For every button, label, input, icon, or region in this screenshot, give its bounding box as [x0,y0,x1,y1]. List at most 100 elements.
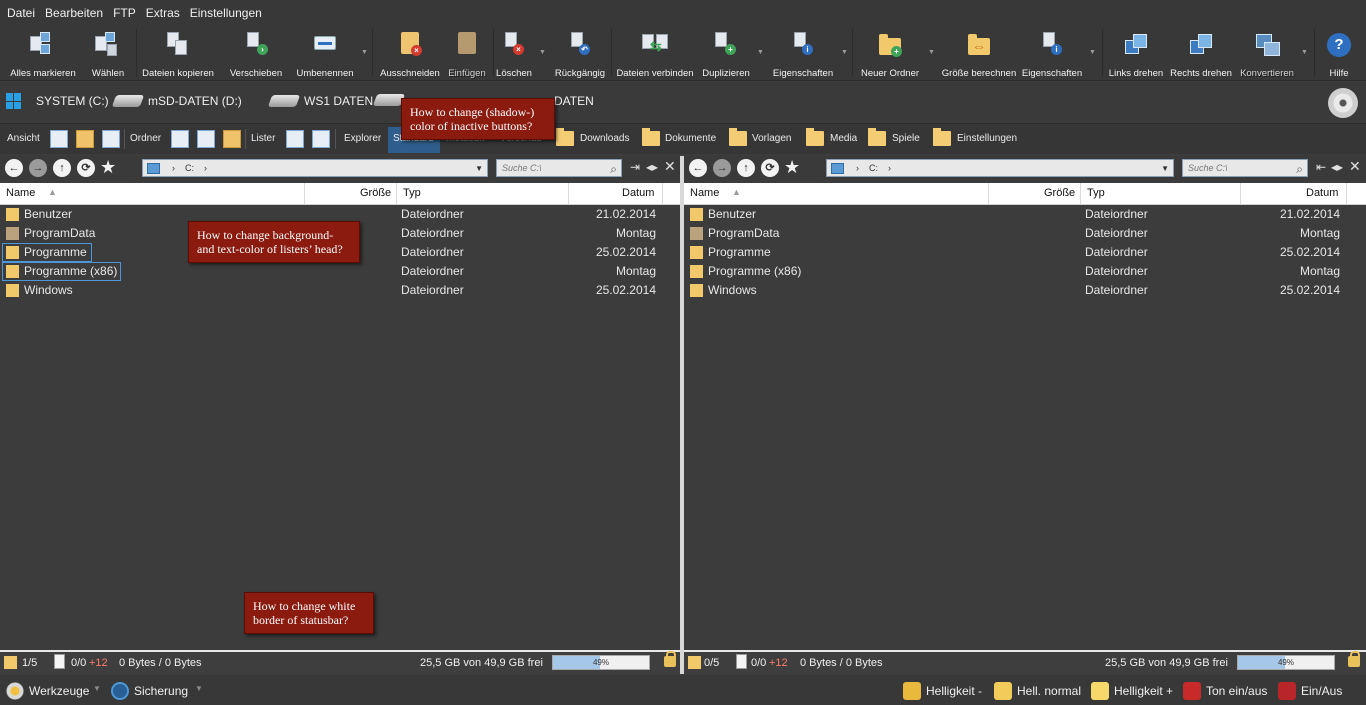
column-size[interactable]: Größe [360,187,391,199]
convert-button[interactable]: Konvertieren [1236,29,1298,79]
power-button[interactable]: Ein/Aus [1278,682,1342,700]
sicherung-button[interactable]: Sicherung [111,682,188,700]
chevron-down-icon[interactable]: ▼ [93,684,101,693]
delete-button[interactable]: × Löschen [494,29,534,79]
path-dropdown-icon[interactable]: ▼ [1161,164,1169,173]
table-row[interactable]: Benutzer Dateiordner 21.02.2014 [684,205,1366,224]
lock-icon[interactable] [664,651,676,667]
folder-properties-button[interactable]: i Eigenschaften [1020,29,1084,79]
sync-right-icon[interactable]: ⇥ [630,160,640,174]
folder-sync-icon[interactable] [223,130,241,148]
undo-button[interactable]: ↶ Rückgängig [552,29,608,79]
right-search-input[interactable]: Suche C:\ ⌕ [1182,159,1308,177]
menu-extras[interactable]: Extras [146,6,180,20]
refresh-icon[interactable]: ⟳ [761,159,779,177]
explorer-button[interactable]: Explorer [344,133,381,144]
quick-folder-spiele[interactable]: Spiele [892,133,920,144]
brightness-down-button[interactable]: Helligkeit - [903,682,982,700]
new-folder-button[interactable]: + Neuer Ordner [856,29,924,79]
chevron-down-icon[interactable]: ▼ [195,684,203,693]
quick-folder-downloads[interactable]: Downloads [580,133,629,144]
column-date[interactable]: Datum [622,187,654,199]
column-date[interactable]: Datum [1306,187,1338,199]
folder-check-icon[interactable] [197,130,215,148]
column-name[interactable]: Name [690,187,719,199]
lister-dual-icon[interactable] [312,130,330,148]
refresh-icon[interactable]: ⟳ [77,159,95,177]
table-row[interactable]: Windows Dateiordner 25.02.2014 [684,281,1366,300]
menu-datei[interactable]: Datei [7,6,35,20]
favorites-icon[interactable]: ★ [784,157,800,178]
search-icon[interactable]: ⌕ [1296,161,1303,177]
left-search-input[interactable]: Suche C:\ ⌕ [496,159,622,177]
right-navbar: ← → ↑ ⟳ ★ › C: › ▼ Suche C:\ ⌕ ⇤ ◂▸ ✕ [684,156,1366,180]
werkzeuge-button[interactable]: Werkzeuge [6,682,89,700]
sync-left-icon[interactable]: ⇤ [1316,160,1326,174]
lister-single-icon[interactable] [286,130,304,148]
cut-button[interactable]: × Ausschneiden [378,29,442,79]
menu-ftp[interactable]: FTP [113,6,136,20]
menu-bearbeiten[interactable]: Bearbeiten [45,6,103,20]
merge-files-button[interactable]: ⇆ Dateien verbinden [614,29,696,79]
column-size[interactable]: Größe [1044,187,1075,199]
back-icon[interactable]: ← [5,159,23,177]
up-icon[interactable]: ↑ [53,159,71,177]
select-all-button[interactable]: Alles markieren [8,29,78,79]
column-type[interactable]: Typ [403,187,421,199]
up-icon[interactable]: ↑ [737,159,755,177]
move-button[interactable]: › Verschieben [226,29,286,79]
path-drive-icon [147,162,160,174]
copy-files-button[interactable]: Dateien kopieren [140,29,216,79]
table-row[interactable]: Programme (x86) Dateiordner Montag [0,262,680,281]
rename-button[interactable]: Umbenennen [294,29,356,79]
left-path-bar[interactable]: › C: › ▼ [142,159,488,177]
hdd-icon [111,95,145,107]
menu-einstellungen[interactable]: Einstellungen [190,6,262,20]
favorites-icon[interactable]: ★ [100,157,116,178]
table-row[interactable]: Windows Dateiordner 25.02.2014 [0,281,680,300]
quick-folder-dokumente[interactable]: Dokumente [665,133,716,144]
help-button[interactable]: ? Hilfe [1318,29,1360,79]
quick-folder-vorlagen[interactable]: Vorlagen [752,133,791,144]
forward-icon[interactable]: → [29,159,47,177]
drive-msd-daten[interactable]: mSD-DATEN (D:) [111,94,242,108]
brightness-normal-button[interactable]: Hell. normal [994,682,1081,700]
quick-bar: Ansicht Ordner Lister Explorer Standard … [0,123,1366,154]
choose-button[interactable]: Wählen [86,29,130,79]
windows-drive-icon [6,93,22,109]
duplicate-button[interactable]: + Duplizieren [700,29,752,79]
swap-icon[interactable]: ◂▸ [646,160,658,174]
folder-icon [6,284,19,297]
view-icons-icon[interactable] [76,130,94,148]
table-row[interactable]: Programme (x86) Dateiordner Montag [684,262,1366,281]
sound-toggle-button[interactable]: Ton ein/aus [1183,682,1267,700]
table-row[interactable]: Programme Dateiordner 25.02.2014 [684,243,1366,262]
quick-folder-media[interactable]: Media [830,133,857,144]
view-details-icon[interactable] [50,130,68,148]
drive-ws1-daten[interactable]: WS1 DATEN [267,94,373,108]
path-dropdown-icon[interactable]: ▼ [475,164,483,173]
close-icon[interactable]: ✕ [664,158,676,175]
swap-icon[interactable]: ◂▸ [1331,160,1343,174]
rotate-left-button[interactable]: Links drehen [1106,29,1166,79]
cd-drive-icon[interactable] [1328,88,1358,118]
search-icon[interactable]: ⌕ [610,161,617,177]
rotate-right-button[interactable]: Rechts drehen [1168,29,1234,79]
folder-tree-icon[interactable] [171,130,189,148]
back-icon[interactable]: ← [689,159,707,177]
quick-folder-einstellungen[interactable]: Einstellungen [957,133,1017,144]
view-list-icon[interactable] [102,130,120,148]
properties-button[interactable]: i Eigenschaften [770,29,836,79]
drive-system-c[interactable]: SYSTEM (C:) [6,93,109,109]
calc-size-button[interactable]: ⇔ Größe berechnen [940,29,1018,79]
brightness-up-button[interactable]: Helligkeit + [1091,682,1173,700]
forward-icon[interactable]: → [713,159,731,177]
paste-button[interactable]: Einfügen [444,29,490,79]
column-type[interactable]: Typ [1087,187,1105,199]
table-row[interactable]: ProgramData Dateiordner Montag [684,224,1366,243]
close-icon[interactable]: ✕ [1349,158,1361,175]
lock-icon[interactable] [1348,651,1360,667]
right-path-bar[interactable]: › C: › ▼ [826,159,1174,177]
drive-daten[interactable]: DATEN [554,94,594,108]
column-name[interactable]: Name [6,187,35,199]
